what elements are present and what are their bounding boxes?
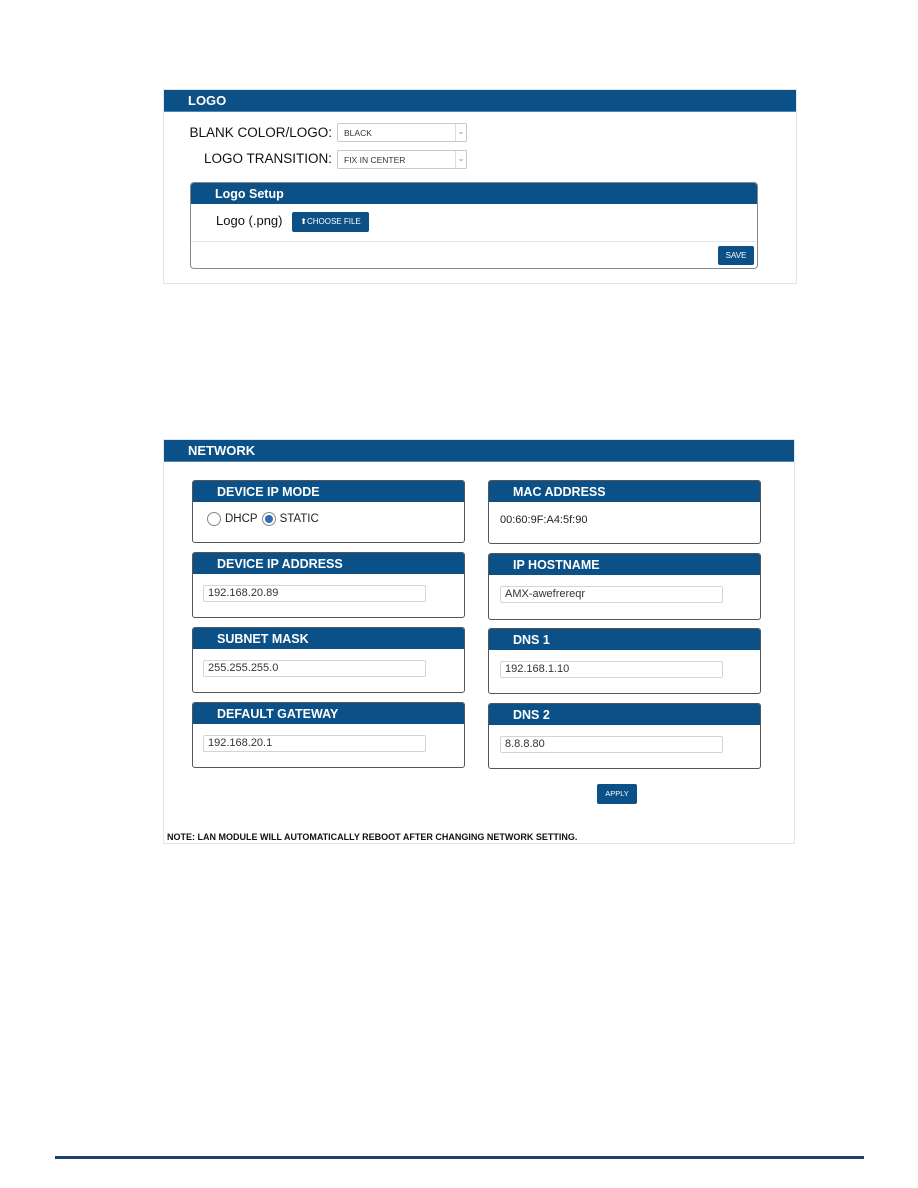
dns2-input[interactable]: 8.8.8.80 <box>500 736 723 753</box>
subnet-box: SUBNET MASK 255.255.255.0 <box>192 627 465 693</box>
ip-mode-title: DEVICE IP MODE <box>193 481 464 502</box>
ip-address-title: DEVICE IP ADDRESS <box>193 553 464 574</box>
ip-address-input[interactable]: 192.168.20.89 <box>203 585 426 602</box>
mac-address-box: MAC ADDRESS 00:60:9F:A4:5f:90 <box>488 480 761 544</box>
subnet-input[interactable]: 255.255.255.0 <box>203 660 426 677</box>
network-note: NOTE: LAN MODULE WILL AUTOMATICALLY REBO… <box>167 832 578 842</box>
apply-button[interactable]: APPLY <box>597 784 637 804</box>
hostname-box: IP HOSTNAME AMX-awefrereqr <box>488 553 761 620</box>
dhcp-label: DHCP <box>225 513 258 525</box>
logo-panel-title: LOGO <box>164 90 796 112</box>
gateway-title: DEFAULT GATEWAY <box>193 703 464 724</box>
mac-address-value: 00:60:9F:A4:5f:90 <box>500 514 588 526</box>
logo-transition-select[interactable]: FIX IN CENTER ⌄ <box>337 150 467 169</box>
ip-address-box: DEVICE IP ADDRESS 192.168.20.89 <box>192 552 465 618</box>
save-button[interactable]: SAVE <box>718 246 754 265</box>
ip-mode-box: DEVICE IP MODE DHCP STATIC <box>192 480 465 543</box>
static-radio[interactable] <box>261 512 276 526</box>
chevron-down-icon: ⌄ <box>455 124 466 141</box>
chevron-down-icon: ⌄ <box>455 151 466 168</box>
dhcp-radio[interactable] <box>207 512 221 526</box>
upload-icon: ⬆ <box>300 217 307 226</box>
logo-transition-label: LOGO TRANSITION: <box>203 151 332 166</box>
blank-color-select[interactable]: BLACK ⌄ <box>337 123 467 142</box>
logo-setup-title: Logo Setup <box>191 183 757 204</box>
blank-color-value: BLACK <box>344 128 372 138</box>
gateway-box: DEFAULT GATEWAY 192.168.20.1 <box>192 702 465 768</box>
logo-file-label: Logo (.png) <box>216 213 283 228</box>
network-panel-title: NETWORK <box>164 440 794 462</box>
hostname-input[interactable]: AMX-awefrereqr <box>500 586 723 603</box>
dns1-title: DNS 1 <box>489 629 760 650</box>
hostname-title: IP HOSTNAME <box>489 554 760 575</box>
blank-color-label: BLANK COLOR/LOGO: <box>189 125 332 140</box>
dns2-box: DNS 2 8.8.8.80 <box>488 703 761 769</box>
gateway-input[interactable]: 192.168.20.1 <box>203 735 426 752</box>
static-label: STATIC <box>279 513 319 525</box>
subnet-title: SUBNET MASK <box>193 628 464 649</box>
choose-file-button[interactable]: ⬆CHOOSE FILE <box>292 212 369 232</box>
footer-rule <box>55 1156 864 1159</box>
dns1-input[interactable]: 192.168.1.10 <box>500 661 723 678</box>
dns1-box: DNS 1 192.168.1.10 <box>488 628 761 694</box>
dns2-title: DNS 2 <box>489 704 760 725</box>
logo-transition-value: FIX IN CENTER <box>344 155 406 165</box>
divider <box>191 241 757 242</box>
mac-address-title: MAC ADDRESS <box>489 481 760 502</box>
